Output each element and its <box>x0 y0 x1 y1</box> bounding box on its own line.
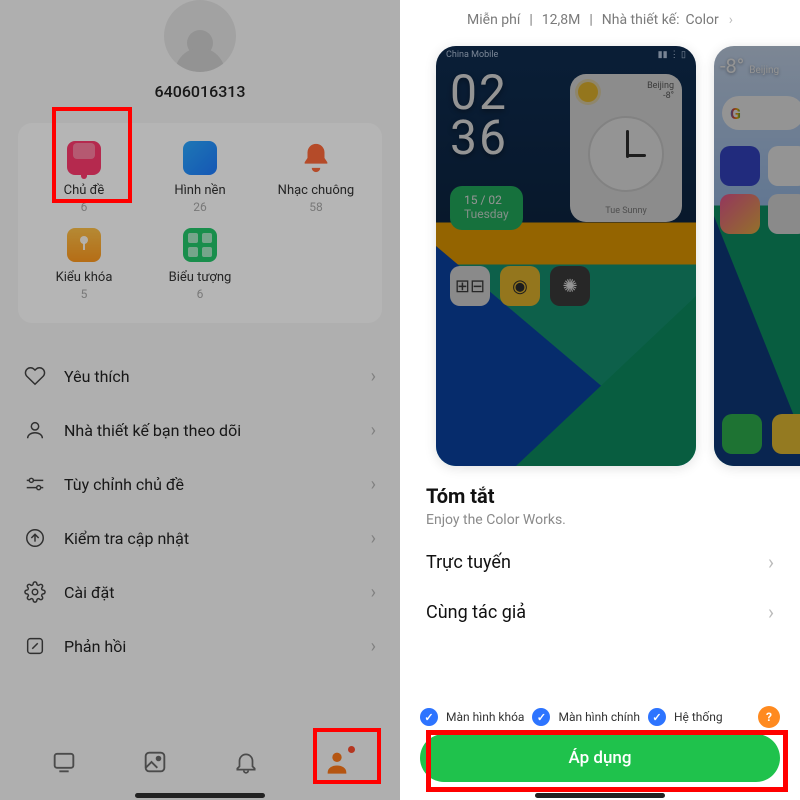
annotation-highlight-apply <box>426 730 788 792</box>
meta-size: 12,8M <box>542 12 581 28</box>
tile-label: Hình nền <box>174 183 225 198</box>
theme-previews[interactable]: China Mobile▮▮ ⋮ ▯ 02 36 Beijing-8° Tue … <box>400 46 800 466</box>
tile-label: Nhạc chuông <box>278 183 355 198</box>
user-id: 6406016313 <box>155 82 246 101</box>
menu-update[interactable]: Kiểm tra cập nhật › <box>24 511 376 565</box>
lock-icon <box>67 228 101 262</box>
menu-label: Kiểm tra cập nhật <box>64 529 371 548</box>
chevron-right-icon: › <box>371 636 376 657</box>
nav-gallery[interactable] <box>135 742 175 782</box>
summary-section: Tóm tắt Enjoy the Color Works. <box>400 466 800 532</box>
tile-label: Kiểu khóa <box>56 270 113 285</box>
tile-count: 26 <box>193 200 207 214</box>
iconpack-icon <box>183 228 217 262</box>
menu-list: Yêu thích › Nhà thiết kế bạn theo dõi › … <box>0 349 400 673</box>
edit-icon <box>24 635 46 657</box>
theme-meta-row[interactable]: Miễn phí | 12,8M | Nhà thiết kế: Color › <box>400 0 800 40</box>
menu-label: Phản hồi <box>64 637 371 656</box>
chevron-right-icon: › <box>768 600 774 624</box>
chevron-right-icon: › <box>371 474 376 495</box>
avatar[interactable] <box>164 0 236 72</box>
check-icon[interactable]: ✓ <box>648 708 666 726</box>
annotation-highlight-theme <box>52 107 132 203</box>
opt-system[interactable]: Hệ thống <box>674 710 723 724</box>
apply-options-row: ✓ Màn hình khóa ✓ Màn hình chính ✓ Hệ th… <box>420 706 780 728</box>
section-label: Cùng tác giả <box>426 602 526 623</box>
nav-home[interactable] <box>44 742 84 782</box>
tile-lockstyle[interactable]: Kiểu khóa 5 <box>26 228 142 301</box>
user-icon <box>24 419 46 441</box>
bell-icon <box>299 141 333 175</box>
menu-label: Tùy chỉnh chủ đề <box>64 475 371 494</box>
wallpaper-icon <box>183 141 217 175</box>
help-icon[interactable]: ? <box>758 706 780 728</box>
menu-following[interactable]: Nhà thiết kế bạn theo dõi › <box>24 403 376 457</box>
summary-title: Tóm tắt <box>426 484 774 508</box>
tile-wallpapers[interactable]: Hình nền 26 <box>142 141 258 214</box>
chevron-right-icon: › <box>371 582 376 603</box>
tile-iconpack[interactable]: Biểu tượng 6 <box>142 228 258 301</box>
tile-label: Biểu tượng <box>169 270 232 285</box>
check-icon[interactable]: ✓ <box>420 708 438 726</box>
pipe-icon: | <box>586 12 595 28</box>
upload-icon <box>24 527 46 549</box>
home-indicator <box>535 793 665 798</box>
menu-settings[interactable]: Cài đặt › <box>24 565 376 619</box>
preview-lockscreen[interactable]: China Mobile▮▮ ⋮ ▯ 02 36 Beijing-8° Tue … <box>436 46 696 466</box>
section-label: Trực tuyến <box>426 552 511 573</box>
tile-count: 58 <box>309 200 323 214</box>
meta-designer-label: Nhà thiết kế: <box>602 12 680 28</box>
home-indicator <box>135 793 265 798</box>
opt-lockscreen[interactable]: Màn hình khóa <box>446 710 524 724</box>
menu-favorites[interactable]: Yêu thích › <box>24 349 376 403</box>
pipe-icon: | <box>526 12 535 28</box>
sliders-icon <box>24 473 46 495</box>
menu-label: Nhà thiết kế bạn theo dõi <box>64 421 371 440</box>
gear-icon <box>24 581 46 603</box>
menu-customize[interactable]: Tùy chỉnh chủ đề › <box>24 457 376 511</box>
chevron-right-icon: › <box>729 12 733 28</box>
chevron-right-icon: › <box>371 420 376 441</box>
nav-notifications[interactable] <box>226 742 266 782</box>
tile-count: 5 <box>81 287 88 301</box>
tile-count: 6 <box>197 287 204 301</box>
chevron-right-icon: › <box>768 550 774 574</box>
opt-homescreen[interactable]: Màn hình chính <box>558 710 640 724</box>
section-same-author[interactable]: Cùng tác giả › <box>400 592 800 642</box>
menu-label: Yêu thích <box>64 367 371 386</box>
profile-block: 6406016313 <box>0 0 400 101</box>
meta-free: Miễn phí <box>467 12 520 28</box>
menu-label: Cài đặt <box>64 583 371 602</box>
chevron-right-icon: › <box>371 366 376 387</box>
check-icon[interactable]: ✓ <box>532 708 550 726</box>
heart-icon <box>24 365 46 387</box>
section-online[interactable]: Trực tuyến › <box>400 532 800 592</box>
summary-desc: Enjoy the Color Works. <box>426 512 774 528</box>
tile-ringtones[interactable]: Nhạc chuông 58 <box>258 141 374 214</box>
preview-homescreen[interactable]: -8° Beijing G <box>714 46 800 466</box>
chevron-right-icon: › <box>371 528 376 549</box>
left-screen: 6406016313 Chủ đề 6 Hình nền 26 Nhạc chu… <box>0 0 400 800</box>
right-screen: Miễn phí | 12,8M | Nhà thiết kế: Color ›… <box>400 0 800 800</box>
meta-designer-value: Color <box>686 12 719 28</box>
menu-feedback[interactable]: Phản hồi › <box>24 619 376 673</box>
annotation-highlight-profile-tab <box>313 728 381 784</box>
